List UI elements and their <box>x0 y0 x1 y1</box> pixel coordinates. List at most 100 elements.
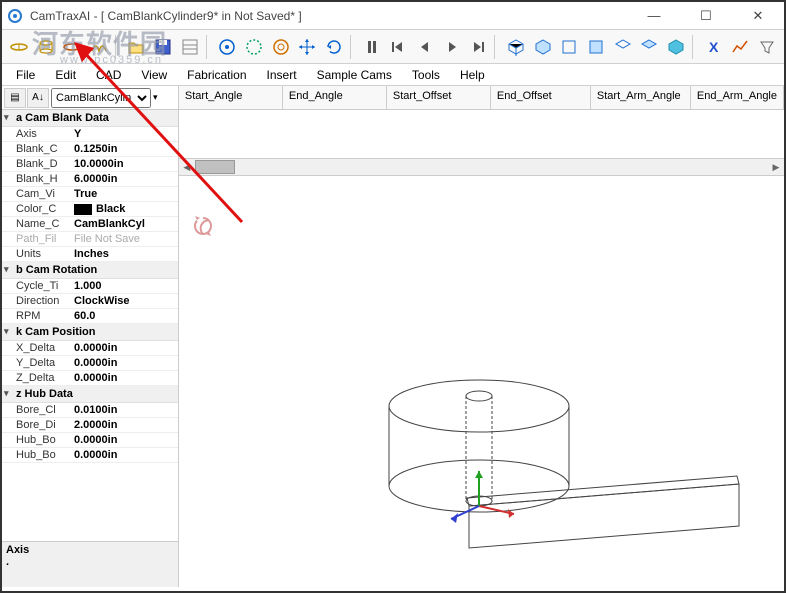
save-file-icon[interactable] <box>150 34 176 60</box>
new-barrel-cam-icon[interactable] <box>33 34 59 60</box>
cam-bore-icon[interactable] <box>268 34 294 60</box>
filter-icon[interactable] <box>754 34 780 60</box>
iso-view-2-icon[interactable] <box>530 34 556 60</box>
object-selector[interactable]: CamBlankCylin <box>51 88 151 108</box>
prop-row[interactable]: Color_CBlack <box>2 202 178 217</box>
col-start-offset[interactable]: Start_Offset <box>387 86 491 109</box>
property-grid[interactable]: a Cam Blank DataAxisYBlank_C0.1250inBlan… <box>2 110 178 541</box>
prop-value[interactable]: 60.0 <box>74 310 176 322</box>
prop-value[interactable]: 0.0000in <box>74 449 176 461</box>
prop-row[interactable]: Bore_Di2.0000in <box>2 418 178 433</box>
cam-path-icon[interactable] <box>241 34 267 60</box>
cam-profile-icon[interactable] <box>215 34 241 60</box>
prop-key: Y_Delta <box>16 357 74 369</box>
prop-row[interactable]: Blank_C0.1250in <box>2 142 178 157</box>
pause-icon[interactable] <box>359 34 385 60</box>
maximize-button[interactable]: ☐ <box>684 3 728 29</box>
menu-view[interactable]: View <box>133 66 175 84</box>
prop-value[interactable]: 0.1250in <box>74 143 176 155</box>
prop-group-header[interactable]: a Cam Blank Data <box>2 110 178 127</box>
prop-value[interactable]: 6.0000in <box>74 173 176 185</box>
horizontal-scrollbar[interactable]: ◀ ▶ <box>179 158 784 176</box>
prop-value[interactable]: True <box>74 188 176 200</box>
prop-value[interactable]: 0.0000in <box>74 434 176 446</box>
prop-row[interactable]: Y_Delta0.0000in <box>2 356 178 371</box>
rewind-full-icon[interactable] <box>386 34 412 60</box>
col-start-arm-angle[interactable]: Start_Arm_Angle <box>591 86 691 109</box>
properties-icon[interactable] <box>177 34 203 60</box>
prop-value[interactable]: 0.0000in <box>74 357 176 369</box>
close-button[interactable]: ✕ <box>736 3 780 29</box>
menu-help[interactable]: Help <box>452 66 493 84</box>
chart-icon[interactable] <box>727 34 753 60</box>
move-center-icon[interactable] <box>295 34 321 60</box>
refresh-icon[interactable] <box>191 214 215 238</box>
rotate-icon[interactable] <box>321 34 347 60</box>
prop-value[interactable]: Y <box>74 128 176 140</box>
prop-row[interactable]: X_Delta0.0000in <box>2 341 178 356</box>
col-end-offset[interactable]: End_Offset <box>491 86 591 109</box>
col-end-angle[interactable]: End_Angle <box>283 86 387 109</box>
prop-row[interactable]: Blank_D10.0000in <box>2 157 178 172</box>
prop-value[interactable]: 0.0000in <box>74 372 176 384</box>
prop-row[interactable]: Cam_ViTrue <box>2 187 178 202</box>
prop-value[interactable]: File Not Save <box>74 233 176 245</box>
prop-value[interactable]: Black <box>74 203 176 215</box>
bottom-view-icon[interactable] <box>637 34 663 60</box>
prop-key: Z_Delta <box>16 372 74 384</box>
scroll-left-icon[interactable]: ◀ <box>179 159 195 175</box>
x-axis-icon[interactable]: X <box>701 34 727 60</box>
prop-value[interactable]: 2.0000in <box>74 419 176 431</box>
minimize-button[interactable]: — <box>632 3 676 29</box>
prop-group-header[interactable]: b Cam Rotation <box>2 262 178 279</box>
prop-row[interactable]: RPM60.0 <box>2 309 178 324</box>
prop-row[interactable]: Name_CCamBlankCyl <box>2 217 178 232</box>
main-toolbar: X <box>2 30 784 64</box>
sort-categorized-icon[interactable]: ▤ <box>4 88 26 108</box>
col-end-arm-angle[interactable]: End_Arm_Angle <box>691 86 784 109</box>
new-linear-cam-icon[interactable] <box>86 34 112 60</box>
menu-edit[interactable]: Edit <box>47 66 84 84</box>
side-view-icon[interactable] <box>583 34 609 60</box>
prop-row[interactable]: UnitsInches <box>2 247 178 262</box>
prop-value[interactable]: Inches <box>74 248 176 260</box>
3d-viewport[interactable] <box>179 176 784 587</box>
open-file-icon[interactable] <box>124 34 150 60</box>
sort-alpha-icon[interactable]: A↓ <box>27 88 49 108</box>
step-back-icon[interactable] <box>412 34 438 60</box>
forward-full-icon[interactable] <box>466 34 492 60</box>
prop-row[interactable]: Hub_Bo0.0000in <box>2 433 178 448</box>
menu-sample-cams[interactable]: Sample Cams <box>309 66 400 84</box>
menu-cad[interactable]: CAD <box>88 66 129 84</box>
prop-value[interactable]: 0.0100in <box>74 404 176 416</box>
prop-row[interactable]: Cycle_Ti1.000 <box>2 279 178 294</box>
col-start-angle[interactable]: Start_Angle <box>179 86 283 109</box>
scroll-right-icon[interactable]: ▶ <box>768 159 784 175</box>
prop-row[interactable]: AxisY <box>2 127 178 142</box>
menu-fabrication[interactable]: Fabrication <box>179 66 254 84</box>
shaded-view-icon[interactable] <box>663 34 689 60</box>
prop-group-header[interactable]: z Hub Data <box>2 386 178 403</box>
prop-row[interactable]: Bore_Cl0.0100in <box>2 403 178 418</box>
step-forward-icon[interactable] <box>439 34 465 60</box>
prop-value[interactable]: 10.0000in <box>74 158 176 170</box>
menu-file[interactable]: File <box>8 66 43 84</box>
prop-value[interactable]: CamBlankCyl <box>74 218 176 230</box>
prop-row[interactable]: Z_Delta0.0000in <box>2 371 178 386</box>
prop-row[interactable]: DirectionClockWise <box>2 294 178 309</box>
titlebar: CamTraxAI - [ CamBlankCylinder9* in Not … <box>2 2 784 30</box>
prop-value[interactable]: 1.000 <box>74 280 176 292</box>
prop-row[interactable]: Blank_H6.0000in <box>2 172 178 187</box>
top-view-icon[interactable] <box>610 34 636 60</box>
new-face-cam-icon[interactable] <box>59 34 85 60</box>
menu-tools[interactable]: Tools <box>404 66 448 84</box>
iso-view-1-icon[interactable] <box>503 34 529 60</box>
front-view-icon[interactable] <box>557 34 583 60</box>
prop-value[interactable]: ClockWise <box>74 295 176 307</box>
prop-row[interactable]: Path_FilFile Not Save <box>2 232 178 247</box>
new-disc-cam-icon[interactable] <box>6 34 32 60</box>
menu-insert[interactable]: Insert <box>259 66 305 84</box>
prop-value[interactable]: 0.0000in <box>74 342 176 354</box>
prop-row[interactable]: Hub_Bo0.0000in <box>2 448 178 463</box>
prop-group-header[interactable]: k Cam Position <box>2 324 178 341</box>
